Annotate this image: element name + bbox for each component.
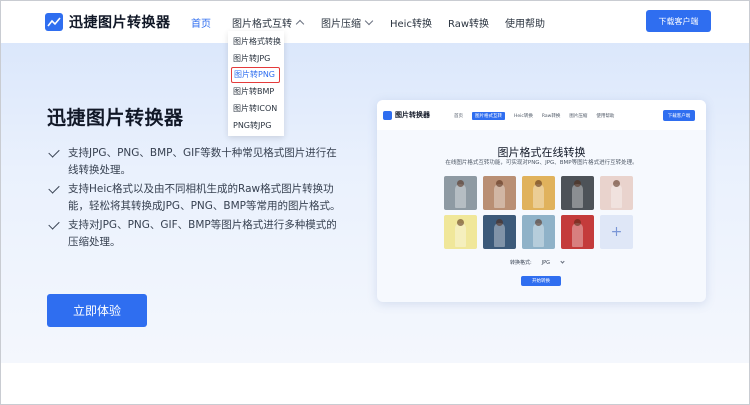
preview-nav-item: 首页	[454, 114, 463, 119]
nav-compress-label: 图片压缩	[321, 19, 361, 30]
person-figure	[494, 223, 505, 247]
nav-format-convert-label: 图片格式互转	[232, 19, 292, 30]
nav-heic-label: Heic转换	[390, 19, 432, 30]
dropdown-item-to-icon[interactable]: 图片转ICON	[228, 100, 284, 117]
nav-home-label: 首页	[191, 19, 211, 30]
preview-thumbnail	[561, 176, 594, 210]
person-head	[457, 180, 464, 187]
person-figure	[572, 184, 583, 208]
person-figure	[611, 184, 622, 208]
preview-logo: 图片转换器	[383, 110, 430, 120]
preview-thumbnail	[444, 215, 477, 249]
person-head	[613, 180, 620, 187]
feature-text: 支持对JPG、PNG、GIF、BMP等图片格式进行多种模式的压缩处理。	[68, 219, 337, 248]
chevron-down-icon	[364, 16, 374, 26]
preview-navbar: 图片转换器 首页 图片格式互转 Heic转换 Raw转换 图片压缩 使用帮助 下…	[377, 100, 706, 130]
check-icon	[48, 146, 60, 158]
person-head	[574, 219, 581, 226]
preview-logo-text: 图片转换器	[395, 111, 430, 119]
feature-item: 支持JPG、PNG、BMP、GIF等数十种常见格式图片进行在线转换处理。	[47, 145, 347, 179]
nav-help[interactable]: 使用帮助	[505, 15, 545, 30]
nav-format-convert[interactable]: 图片格式互转	[232, 15, 321, 30]
try-now-button[interactable]: 立即体验	[47, 294, 147, 327]
nav-compress[interactable]: 图片压缩	[321, 15, 390, 30]
person-figure	[572, 223, 583, 247]
person-figure	[494, 184, 505, 208]
preview-thumbnail-grid: +	[444, 176, 639, 254]
chevron-up-icon	[295, 19, 305, 29]
dropdown-item-to-jpg[interactable]: 图片转JPG	[228, 50, 284, 67]
feature-item: 支持Heic格式以及由不同相机生成的Raw格式图片转换功能，轻松将其转换成JPG…	[47, 181, 347, 215]
preview-thumbnail	[561, 215, 594, 249]
preview-thumbnail	[522, 215, 555, 249]
preview-subtitle: 在线图片格式互转功能，可实现对PNG、JPG、BMP等图片格式进行互转处理。	[445, 160, 638, 166]
person-head	[496, 219, 503, 226]
check-icon	[48, 218, 60, 230]
preview-nav-item: 使用帮助	[596, 114, 615, 119]
download-client-button[interactable]: 下载客户端	[646, 10, 711, 32]
preview-download-button: 下载客户端	[663, 110, 695, 121]
feature-list: 支持JPG、PNG、BMP、GIF等数十种常见格式图片进行在线转换处理。 支持H…	[47, 145, 347, 253]
preview-nav-item: 图片压缩	[569, 114, 588, 119]
preview-format-select: 转换格式: JPG	[510, 259, 565, 266]
person-figure	[455, 223, 466, 247]
preview-thumbnail	[522, 176, 555, 210]
person-figure	[533, 223, 544, 247]
person-head	[574, 180, 581, 187]
preview-thumbnail	[483, 215, 516, 249]
dropdown-item-to-bmp[interactable]: 图片转BMP	[228, 83, 284, 100]
preview-nav: 首页 图片格式互转 Heic转换 Raw转换 图片压缩 使用帮助	[454, 112, 623, 120]
hero-title: 迅捷图片转换器	[47, 107, 184, 129]
site-name: 迅捷图片转换器	[69, 15, 171, 31]
product-preview-image: 图片转换器 首页 图片格式互转 Heic转换 Raw转换 图片压缩 使用帮助 下…	[377, 100, 706, 302]
preview-thumbnail	[483, 176, 516, 210]
nav-raw[interactable]: Raw转换	[448, 15, 505, 30]
preview-nav-item: Heic转换	[514, 114, 533, 119]
person-head	[457, 219, 464, 226]
site-logo[interactable]: 迅捷图片转换器	[45, 12, 171, 32]
preview-nav-item: 图片格式互转	[472, 112, 505, 120]
person-figure	[533, 184, 544, 208]
preview-format-value: JPG	[541, 259, 551, 266]
person-head	[535, 219, 542, 226]
add-image-icon: +	[600, 215, 633, 249]
preview-logo-icon	[383, 110, 392, 120]
footer-area	[1, 363, 749, 404]
nav-home[interactable]: 首页	[191, 15, 229, 30]
preview-nav-item: Raw转换	[541, 114, 561, 119]
top-navbar: 迅捷图片转换器 首页 图片格式互转 图片压缩 Heic转换 Raw转换 使用帮助	[1, 1, 749, 43]
feature-item: 支持对JPG、PNG、GIF、BMP等图片格式进行多种模式的压缩处理。	[47, 217, 347, 251]
dropdown-item-png-to-jpg[interactable]: PNG转JPG	[228, 117, 284, 134]
logo-image-icon	[45, 13, 63, 31]
feature-text: 支持Heic格式以及由不同相机生成的Raw格式图片转换功能，轻松将其转换成JPG…	[68, 183, 341, 212]
person-figure	[455, 184, 466, 208]
person-head	[496, 180, 503, 187]
preview-start-button: 开始转换	[521, 276, 561, 286]
nav-help-label: 使用帮助	[505, 19, 545, 30]
nav-heic[interactable]: Heic转换	[390, 15, 448, 30]
preview-thumbnail	[444, 176, 477, 210]
person-head	[535, 180, 542, 187]
check-icon	[48, 182, 60, 194]
browser-frame: 迅捷图片转换器 首页 图片格式互转 图片压缩 Heic转换 Raw转换 使用帮助	[0, 0, 750, 405]
preview-thumbnail	[600, 176, 633, 210]
dropdown-item-to-png[interactable]: 图片转PNG	[231, 67, 280, 83]
nav-raw-label: Raw转换	[448, 19, 490, 30]
chevron-down-icon	[560, 259, 565, 264]
feature-text: 支持JPG、PNG、BMP、GIF等数十种常见格式图片进行在线转换处理。	[68, 147, 337, 176]
dropdown-item-format-convert[interactable]: 图片格式转换	[228, 33, 284, 50]
format-convert-dropdown: 图片格式转换 图片转JPG 图片转PNG 图片转BMP 图片转ICON PNG转…	[228, 31, 284, 136]
main-nav: 首页 图片格式互转 图片压缩 Heic转换 Raw转换 使用帮助	[191, 15, 545, 30]
preview-format-label: 转换格式:	[510, 260, 532, 266]
